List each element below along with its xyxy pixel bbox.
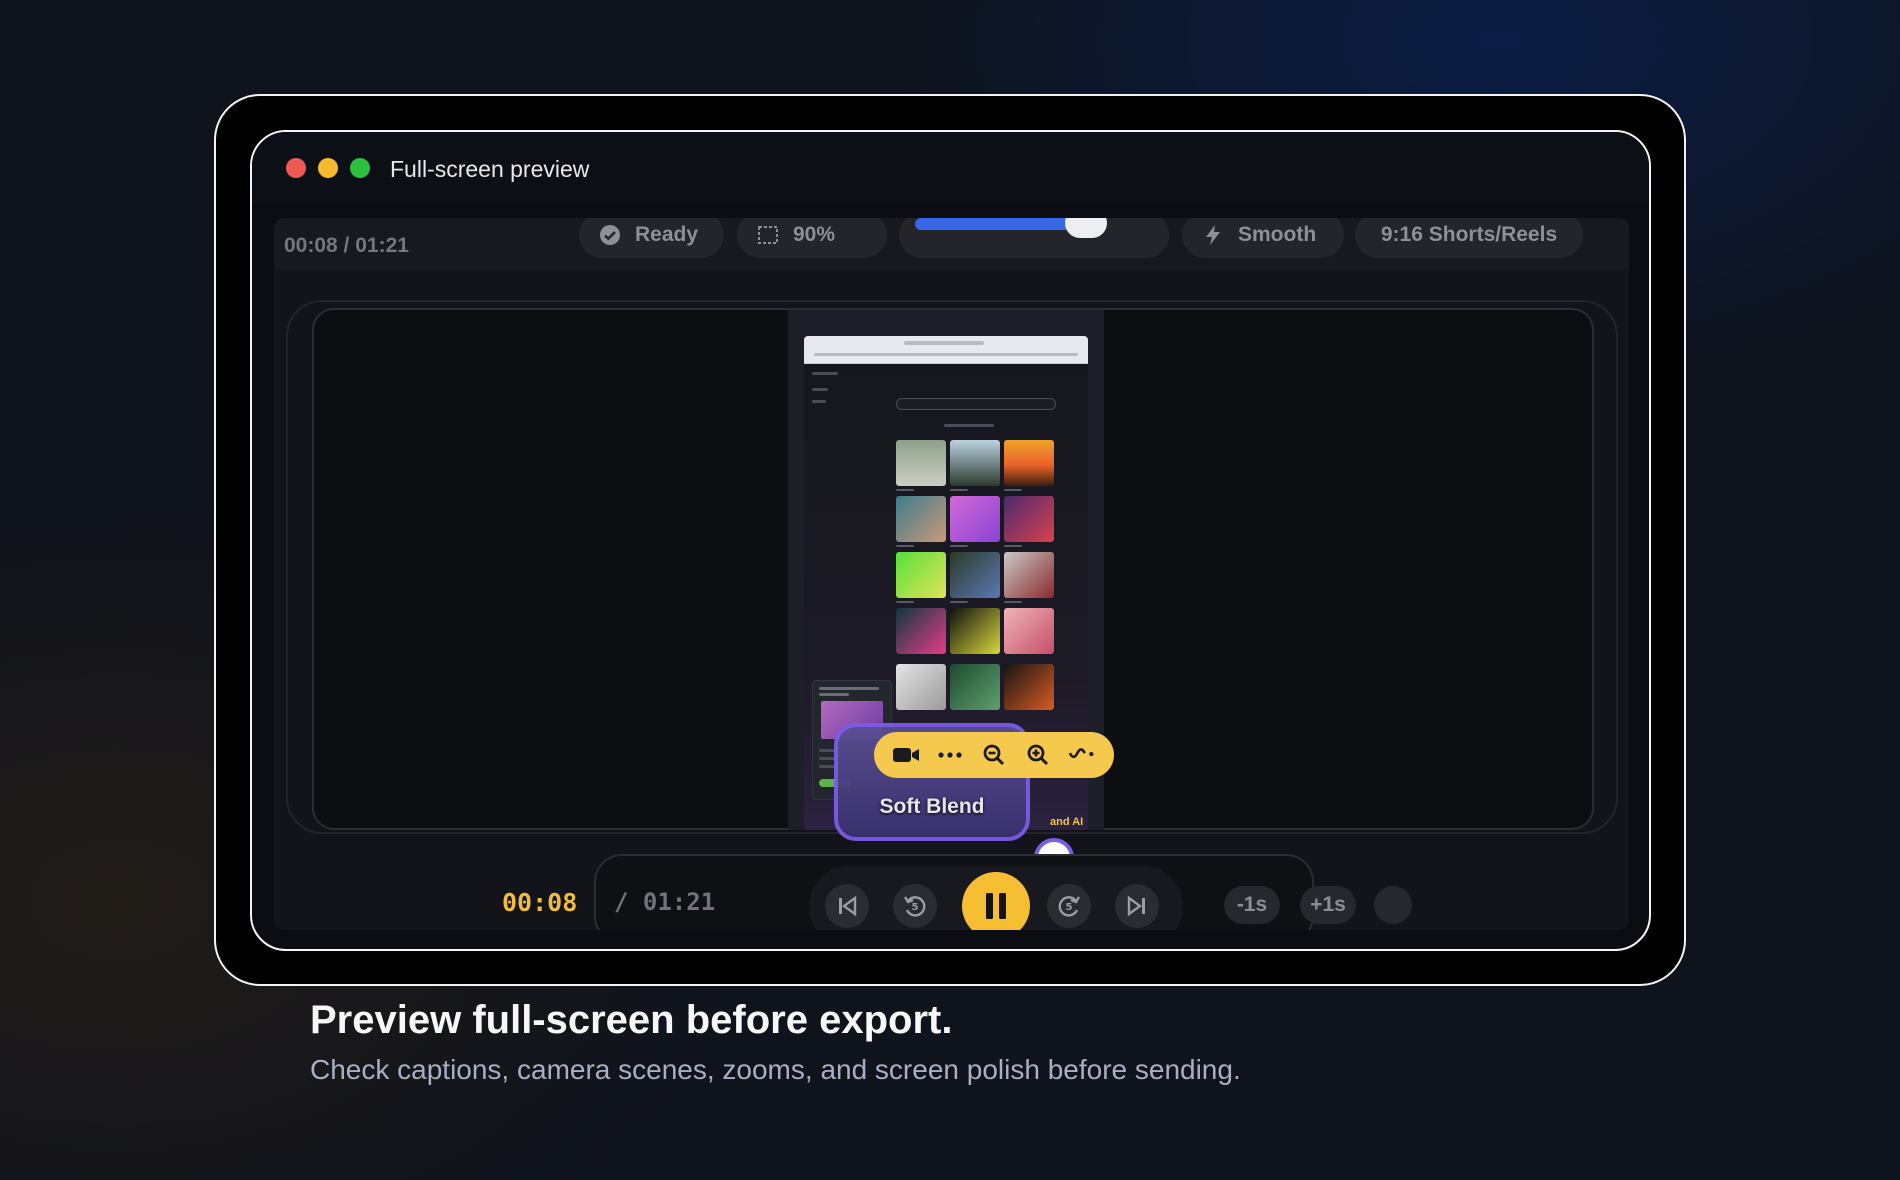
aspect-label: 9:16 Shorts/Reels [1380, 223, 1558, 246]
skip-to-start-button[interactable] [825, 884, 869, 928]
nudge-back-button[interactable]: -1s [1224, 886, 1280, 924]
current-time: 00:08 [502, 888, 578, 917]
zoom-label: 90% [793, 223, 836, 246]
editor-area: 00:08 / 01:21 Ready 90% Smooth 9:16 Shor… [274, 218, 1629, 930]
lightning-icon [1202, 224, 1224, 246]
aspect-ratio-control[interactable]: 9:16 Shorts/Reels [1355, 218, 1583, 258]
crop-frame-icon [757, 224, 779, 246]
status-label: Ready [635, 223, 699, 246]
pause-icon [986, 893, 1006, 919]
camera-toolbar [874, 732, 1114, 778]
slider-handle[interactable] [1065, 218, 1108, 238]
pause-button[interactable] [962, 872, 1030, 930]
check-circle-icon [599, 224, 621, 246]
nudge-forward-button[interactable]: +1s [1300, 886, 1356, 924]
intensity-slider[interactable] [899, 218, 1169, 258]
forward-5s-button[interactable]: 5 [1047, 884, 1091, 928]
rewind-5-icon: 5 [903, 896, 926, 917]
svg-text:5: 5 [1066, 902, 1073, 913]
top-toolbar: 00:08 / 01:21 Ready 90% Smooth 9:16 Shor… [274, 218, 1629, 270]
wave-effect-icon[interactable] [1068, 741, 1096, 769]
more-options-icon[interactable] [936, 741, 964, 769]
skip-forward-icon [1127, 895, 1145, 917]
window-title: Full-screen preview [390, 156, 590, 182]
camera-caption: Soft Blend [879, 795, 985, 818]
maximize-window-button[interactable] [350, 158, 370, 178]
video-camera-icon[interactable] [892, 741, 920, 769]
brand-tag: and AI [1050, 816, 1084, 828]
zoom-out-icon[interactable] [980, 741, 1008, 769]
motion-style-control[interactable]: Smooth [1182, 218, 1344, 258]
browser-bar-thumbnail [804, 336, 1088, 364]
title-bar: Full-screen preview [252, 132, 1649, 204]
preview-window: Full-screen preview 00:08 / 01:21 Ready … [250, 130, 1651, 951]
close-window-button[interactable] [286, 158, 306, 178]
svg-text:5: 5 [912, 902, 919, 913]
status-badge[interactable]: Ready [579, 218, 724, 258]
search-bar-thumbnail [896, 398, 1056, 410]
total-time: / 01:21 [614, 888, 716, 916]
caption-subtitle: Check captions, camera scenes, zooms, an… [310, 1054, 1241, 1085]
playback-controls: 5 5 [809, 866, 1183, 930]
toolbar-timecode: 00:08 / 01:21 [284, 234, 409, 257]
minimize-window-button[interactable] [318, 158, 338, 178]
slider-fill [915, 218, 1087, 230]
slider-track[interactable] [915, 218, 1153, 258]
extra-control-button[interactable] [1374, 886, 1412, 924]
skip-back-icon [839, 895, 857, 917]
zoom-in-icon[interactable] [1024, 741, 1052, 769]
rewind-5s-button[interactable]: 5 [893, 884, 937, 928]
caption-title: Preview full-screen before export. [310, 998, 953, 1042]
zoom-level-control[interactable]: 90% [737, 218, 887, 258]
forward-5-icon: 5 [1058, 896, 1081, 917]
skip-to-end-button[interactable] [1115, 884, 1159, 928]
motion-label: Smooth [1238, 223, 1317, 246]
